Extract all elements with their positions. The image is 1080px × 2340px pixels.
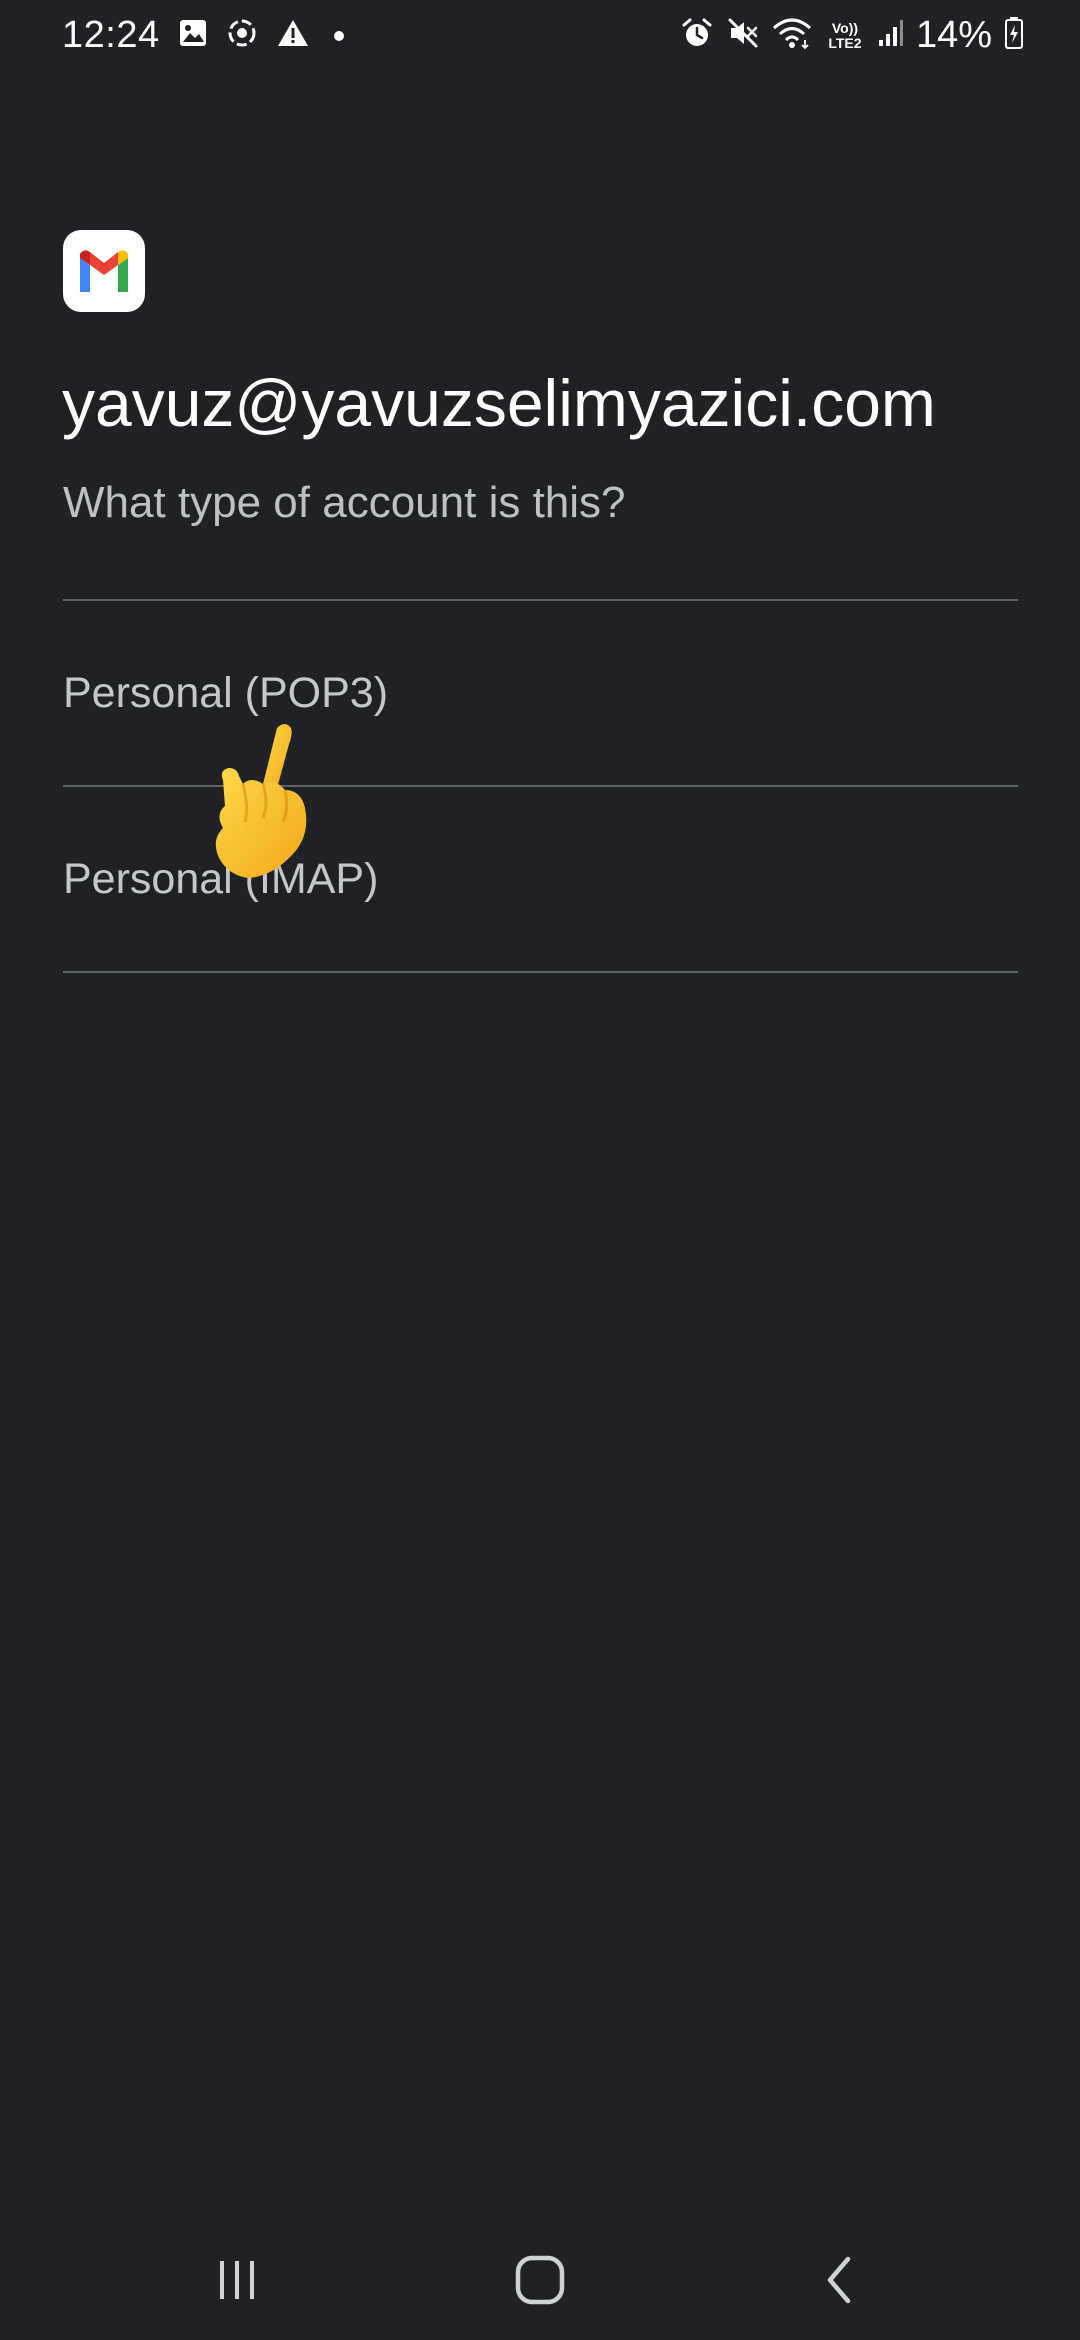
recents-button[interactable] bbox=[192, 2250, 282, 2310]
gmail-logo-icon bbox=[80, 250, 128, 292]
screen-record-icon bbox=[226, 17, 258, 54]
pointing-hand-icon bbox=[205, 718, 325, 888]
warning-icon bbox=[276, 18, 310, 53]
back-button[interactable] bbox=[796, 2250, 886, 2310]
home-icon bbox=[515, 2255, 565, 2305]
account-email: yavuz@yavuzselimyazici.com bbox=[62, 366, 936, 440]
status-left: 12:24 bbox=[62, 14, 344, 57]
battery-percentage: 14% bbox=[915, 14, 992, 56]
navigation-bar bbox=[0, 2220, 1080, 2340]
network-top-label: Vo)) bbox=[831, 19, 859, 36]
divider-bottom bbox=[63, 971, 1018, 973]
signal-icon bbox=[878, 18, 904, 53]
mute-icon bbox=[726, 16, 760, 55]
back-icon bbox=[827, 2256, 851, 2304]
battery-icon bbox=[1004, 16, 1024, 55]
network-bottom-label: LTE2 bbox=[828, 34, 862, 51]
account-type-question: What type of account is this? bbox=[63, 478, 626, 527]
recents-icon bbox=[220, 2261, 254, 2299]
wifi-icon bbox=[772, 16, 812, 55]
home-button[interactable] bbox=[495, 2250, 585, 2310]
dot-icon bbox=[333, 30, 344, 41]
status-right: Vo)) LTE2 14% bbox=[680, 14, 1024, 57]
image-icon bbox=[178, 18, 208, 53]
clock: 12:24 bbox=[62, 14, 160, 56]
option-label: Personal (POP3) bbox=[63, 668, 389, 717]
status-bar: 12:24 Vo)) LTE2 14% bbox=[0, 0, 1080, 80]
alarm-icon bbox=[680, 16, 714, 55]
gmail-logo bbox=[63, 230, 145, 312]
lte-icon: Vo)) LTE2 bbox=[824, 19, 866, 51]
